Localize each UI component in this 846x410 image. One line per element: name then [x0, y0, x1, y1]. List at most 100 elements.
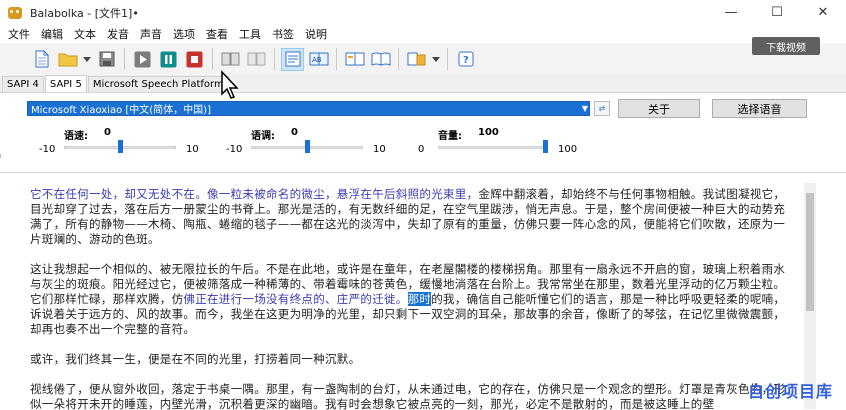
book-view-button[interactable] [369, 48, 392, 71]
rate-label: 语速: [64, 131, 88, 142]
book-ab-icon: AB [309, 52, 328, 66]
select-voice-button[interactable]: 选择语音 [712, 99, 807, 118]
menu-bookmarks[interactable]: 书签 [268, 26, 301, 42]
toolbar-separator [274, 48, 275, 70]
pitch-slider-thumb[interactable] [304, 140, 310, 153]
current-word-selection: 那时 [407, 292, 432, 306]
export-button[interactable] [405, 48, 428, 71]
tab-sapi5[interactable]: SAPI 5 [44, 75, 87, 92]
menu-edit[interactable]: 编辑 [37, 26, 70, 42]
pitch-value: 0 [291, 127, 298, 138]
pitch-max: 10 [373, 144, 386, 155]
close-button[interactable]: ✕ [800, 0, 846, 25]
voice-select[interactable]: Microsoft Xiaoxiao [中文(简体，中国)] [27, 101, 590, 116]
open-folder-button[interactable] [56, 48, 79, 71]
minimize-button[interactable]: — [708, 0, 754, 25]
menu-view[interactable]: 查看 [202, 26, 235, 42]
toolbar-separator [447, 48, 448, 70]
volume-min: 0 [418, 144, 425, 155]
folder-icon [58, 53, 77, 67]
stop-icon [186, 51, 203, 67]
menu-sound[interactable]: 声音 [136, 26, 169, 42]
engine-tabs: SAPI 4 SAPI 5 Microsoft Speech Platform [0, 75, 846, 92]
export-audio-icon [407, 52, 425, 66]
menu-options[interactable]: 选项 [169, 26, 202, 42]
toolbar: AB ? [0, 43, 846, 75]
next-bookmark-button[interactable] [245, 48, 268, 71]
pitch-label: 语调: [251, 131, 275, 142]
document-lines-icon [285, 51, 300, 67]
watermark-text: 自创项目库 [748, 382, 834, 401]
volume-slider-track[interactable] [438, 146, 548, 149]
menu-help[interactable]: 说明 [301, 26, 334, 42]
export-dropdown-button[interactable] [431, 48, 441, 71]
pause-icon [160, 51, 177, 67]
volume-max: 100 [558, 144, 578, 155]
dictionary-button[interactable] [343, 48, 366, 71]
toolbar-separator [398, 48, 399, 70]
sapi5-panel: Microsoft Xiaoxiao [中文(简体，中国)] ▼ ⇄ 关于 选择… [0, 92, 846, 172]
new-document-button[interactable] [30, 48, 53, 71]
document-text: 它不在任何一处，却又无处不在。像一粒未被命名的微尘，悬浮在午后斜照的光束里，金辉… [30, 187, 790, 410]
dictionary-icon [345, 52, 364, 66]
paragraph-3: 或许，我们终其一生，便是在不同的光里，打捞着同一种沉默。 [30, 352, 361, 366]
book-forward-icon [247, 52, 265, 66]
title-bar: Balabolka - [文件1]• — ☐ ✕ [0, 0, 846, 25]
stop-button[interactable] [183, 48, 206, 71]
paragraph-1: 它不在任何一处，却又无处不在。像一粒未被命名的微尘，悬浮在午后斜照的光束里，金辉… [30, 187, 790, 247]
save-icon [99, 51, 114, 67]
text-mode-button[interactable] [281, 47, 304, 71]
maximize-button[interactable]: ☐ [754, 0, 800, 25]
chevron-down-icon [432, 56, 440, 62]
svg-text:AB: AB [312, 56, 322, 64]
help-icon: ? [458, 51, 473, 67]
rate-slider-ticks [0, 154, 1, 158]
download-video-badge[interactable]: 下载视频 [752, 37, 820, 55]
vertical-scrollbar[interactable] [804, 183, 816, 409]
play-button[interactable] [131, 48, 154, 71]
menu-file[interactable]: 文件 [4, 26, 37, 42]
tab-speech-platform[interactable]: Microsoft Speech Platform [87, 76, 229, 92]
volume-label: 音量: [438, 131, 462, 142]
save-button[interactable] [95, 48, 118, 71]
read-aloud-button[interactable]: AB [307, 48, 330, 71]
open-dropdown-button[interactable] [82, 48, 92, 71]
rate-max: 10 [186, 144, 199, 155]
balabolka-app-icon [8, 6, 22, 19]
toolbar-separator [336, 48, 337, 70]
paragraph-4: 视线倦了，便从窗外收回，落定于书桌一隅。那里，有一盏陶制的台灯，从未通过电，它的… [30, 382, 786, 410]
paragraph-2: 这让我想起一个相似的、被无限拉长的午后。不是在此地，或许是在童年，在老屋閣楼的楼… [30, 262, 790, 337]
chevron-down-icon [83, 56, 91, 62]
scrollbar-thumb[interactable] [806, 193, 814, 311]
window-title: Balabolka - [文件1]• [30, 6, 139, 20]
arrows-icon: ⇄ [598, 104, 606, 113]
chevron-down-icon: ▼ [581, 104, 589, 113]
volume-slider-thumb[interactable] [543, 140, 548, 153]
menu-tools[interactable]: 工具 [235, 26, 268, 42]
spoken-highlight: 佛正在进行一场没有终点的、庄严的迁徙。 [183, 292, 408, 306]
rate-min: -10 [39, 144, 56, 155]
window-controls: — ☐ ✕ [708, 0, 846, 25]
volume-value: 100 [478, 127, 499, 138]
pause-button[interactable] [157, 48, 180, 71]
svg-text:?: ? [463, 55, 469, 66]
menu-speech[interactable]: 发音 [103, 26, 136, 42]
new-document-icon [35, 50, 48, 68]
menu-bar: 文件 编辑 文本 发音 声音 选项 查看 工具 书签 说明 [0, 25, 846, 43]
text-editor[interactable]: 它不在任何一处，却又无处不在。像一粒未被命名的微尘，悬浮在午后斜照的光束里，金辉… [0, 172, 846, 410]
pitch-min: -10 [226, 144, 243, 155]
about-button[interactable]: 关于 [618, 99, 700, 118]
rate-slider-thumb[interactable] [117, 140, 123, 153]
open-book-icon [371, 52, 390, 66]
toolbar-separator [212, 48, 213, 70]
mouse-cursor-icon [221, 70, 239, 99]
spoken-highlight: 它不在任何一处，却又无处不在。像一粒未被命名的微尘，悬浮在午后斜照的光束里， [30, 187, 479, 201]
help-button[interactable]: ? [454, 48, 477, 71]
toolbar-separator [124, 48, 125, 70]
rate-value: 0 [104, 127, 111, 138]
voice-settings-button[interactable]: ⇄ [594, 101, 610, 116]
menu-text[interactable]: 文本 [70, 26, 103, 42]
book-back-icon [221, 52, 239, 66]
prev-bookmark-button[interactable] [219, 48, 242, 71]
tab-sapi4[interactable]: SAPI 4 [2, 76, 44, 92]
